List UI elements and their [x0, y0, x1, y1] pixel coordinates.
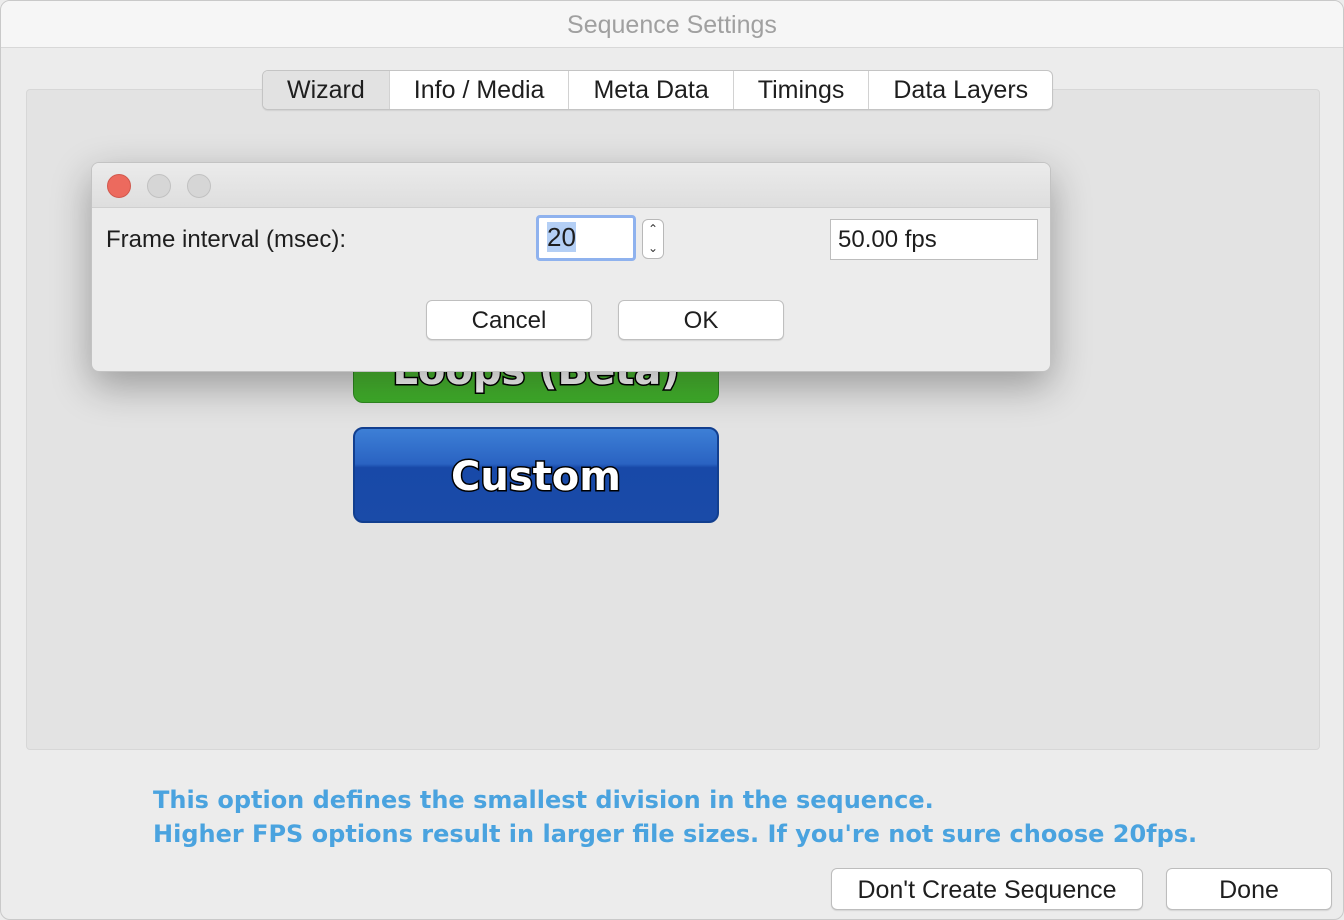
sequence-settings-window: Sequence Settings Wizard Info / Media Me… — [0, 0, 1344, 920]
tab-meta-data[interactable]: Meta Data — [568, 71, 732, 109]
dont-create-sequence-button[interactable]: Don't Create Sequence — [831, 868, 1143, 910]
help-text-line-2: Higher FPS options result in larger file… — [153, 820, 1198, 848]
window-titlebar[interactable]: Sequence Settings — [1, 1, 1343, 48]
minimize-window-icon — [147, 174, 171, 198]
help-text-line-1: This option defines the smallest divisio… — [153, 786, 934, 814]
dialog-titlebar[interactable] — [92, 163, 1050, 208]
stepper-down-icon[interactable]: ⌄ — [643, 239, 663, 258]
frame-interval-stepper[interactable]: ⌃ ⌄ — [642, 219, 664, 259]
tab-timings[interactable]: Timings — [732, 71, 869, 109]
window-title: Sequence Settings — [567, 11, 777, 39]
done-button[interactable]: Done — [1166, 868, 1332, 910]
close-window-icon[interactable] — [107, 174, 131, 198]
tab-wizard[interactable]: Wizard — [263, 71, 389, 109]
fps-display: 50.00 fps — [830, 219, 1038, 260]
help-text: This option defines the smallest divisio… — [153, 783, 1197, 851]
custom-wizard-button[interactable]: Custom — [353, 427, 719, 523]
tab-info-media[interactable]: Info / Media — [388, 71, 569, 109]
cancel-button[interactable]: Cancel — [426, 300, 592, 340]
tab-bar: Wizard Info / Media Meta Data Timings Da… — [262, 70, 1054, 110]
frame-interval-value: 20 — [547, 222, 576, 252]
frame-interval-dialog: Frame interval (msec): 20 ⌃ ⌄ 50.00 fps … — [91, 162, 1051, 372]
stepper-up-icon[interactable]: ⌃ — [643, 220, 663, 239]
frame-interval-label: Frame interval (msec): — [106, 226, 347, 253]
frame-interval-input[interactable]: 20 — [536, 215, 636, 261]
ok-button[interactable]: OK — [618, 300, 784, 340]
zoom-window-icon — [187, 174, 211, 198]
tab-data-layers[interactable]: Data Layers — [868, 71, 1052, 109]
